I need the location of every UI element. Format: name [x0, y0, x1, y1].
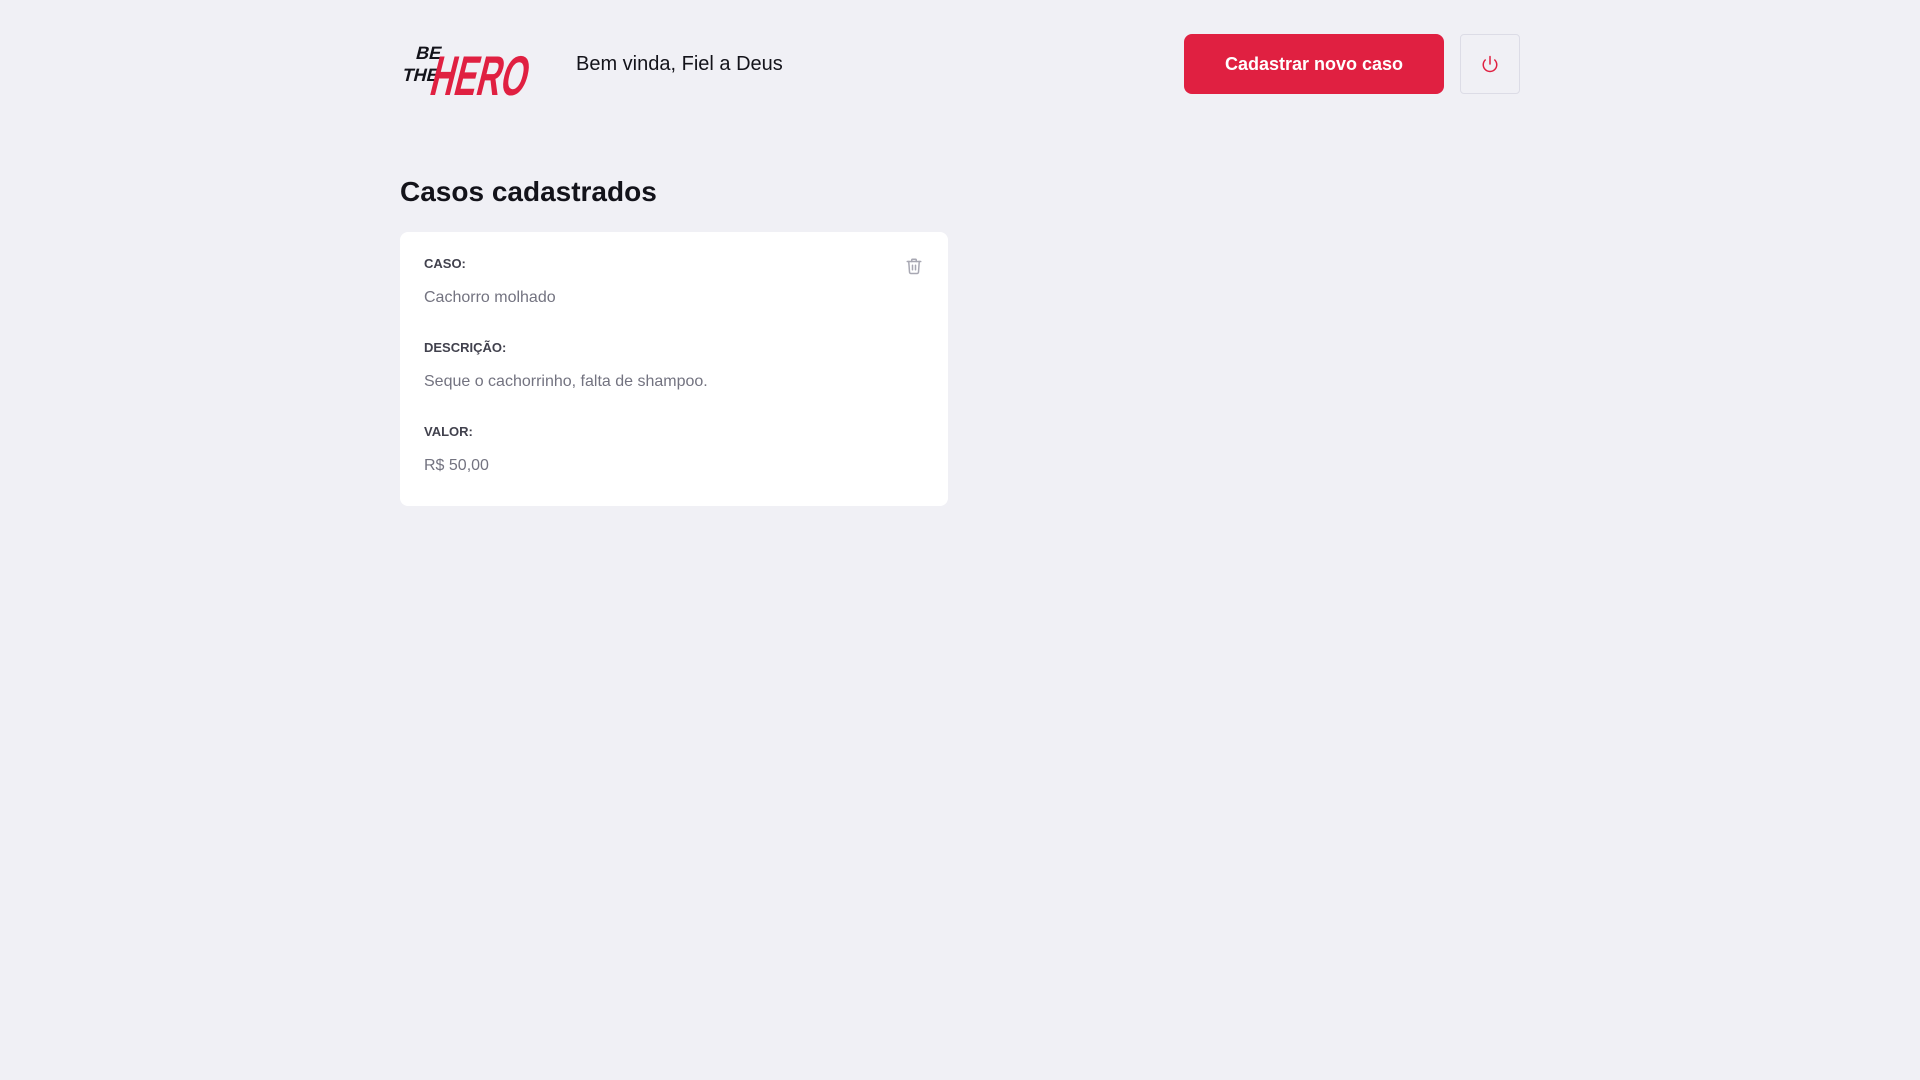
page-title: Casos cadastrados — [400, 176, 657, 207]
case-description: Seque o cachorrinho, falta de shampoo. — [424, 373, 708, 390]
description-label: DESCRIÇÃO: — [424, 340, 507, 355]
case-card: CASO: Cachorro molhado DESCRIÇÃO: Seque … — [400, 232, 948, 506]
value-label: VALOR: — [424, 424, 473, 439]
case-label: CASO: — [424, 256, 466, 271]
logo-word-hero: HERO — [425, 46, 536, 99]
case-value: R$ 50,00 — [424, 457, 489, 474]
case-list: CASO: Cachorro molhado DESCRIÇÃO: Seque … — [400, 232, 1520, 506]
be-the-hero-logo: BE THE HERO — [401, 42, 537, 99]
power-icon — [1482, 55, 1498, 73]
trash-icon — [906, 258, 922, 275]
welcome-message: Bem vinda, Fiel a Deus — [576, 52, 783, 75]
page: BE THE HERO Bem vinda, Fiel a Deus Cadas… — [400, 0, 1520, 538]
app-header: BE THE HERO Bem vinda, Fiel a Deus Cadas… — [400, 32, 1520, 99]
new-case-button[interactable]: Cadastrar novo caso — [1184, 34, 1444, 94]
case-title: Cachorro molhado — [424, 289, 556, 306]
delete-case-button[interactable] — [904, 256, 924, 276]
logout-button[interactable] — [1460, 34, 1520, 94]
